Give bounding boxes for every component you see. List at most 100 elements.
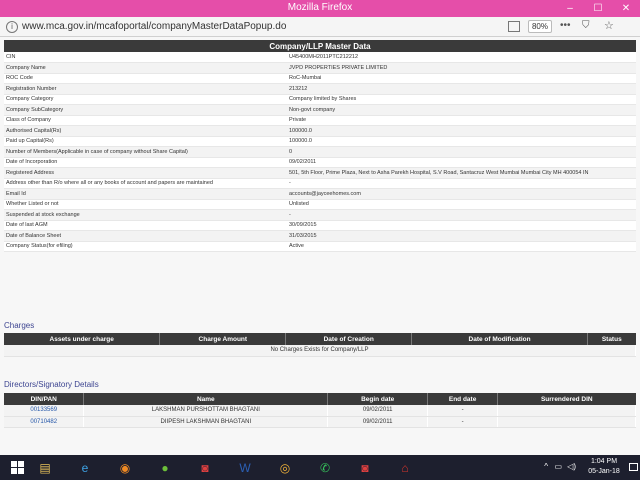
field-label: Authorised Capital(Rs) bbox=[4, 125, 287, 137]
window-title: Mozilla Firefox bbox=[287, 2, 353, 13]
taskbar: ▤ e ◉ ● ◙ W ◎ ✆ ◙ ⌂ ^ ▭ ◁) 1:04 PM 05-Jan-18 bbox=[0, 455, 640, 480]
field-value: Non-govt company bbox=[287, 104, 636, 116]
field-value: Private bbox=[287, 115, 636, 126]
directors-column-header: DIN/PAN bbox=[4, 393, 85, 405]
director-row: 00710482 DIIPESH LAKSHMAN BHAGTANI 09/02/2… bbox=[4, 416, 636, 428]
master-data-row: Company Category Company limited by Share… bbox=[4, 94, 636, 105]
field-label: Company Name bbox=[4, 62, 287, 74]
notification-icon[interactable] bbox=[629, 463, 638, 471]
page-content: Company/LLP Master Data CIN U45400MH2011P… bbox=[0, 37, 640, 455]
director-surrendered-cell bbox=[497, 416, 636, 428]
field-label: Date of Incorporation bbox=[4, 157, 287, 168]
charges-column-header: Assets under charge bbox=[4, 333, 161, 345]
master-data-row: Whether Listed or not Unlisted bbox=[4, 199, 636, 210]
url-field[interactable]: www.mca.gov.in/mcafoportal/companyMaster… bbox=[22, 21, 286, 32]
field-value: 09/02/2011 bbox=[287, 157, 636, 168]
volume-icon[interactable]: ◁) bbox=[567, 462, 576, 471]
master-data-title: Company/LLP Master Data bbox=[4, 40, 636, 52]
address-bar: i www.mca.gov.in/mcafoportal/companyMast… bbox=[0, 17, 640, 37]
field-value: 100000.0 bbox=[287, 136, 636, 147]
charges-empty-message: No Charges Exists for Company/LLP bbox=[4, 345, 636, 357]
field-label: Suspended at stock exchange bbox=[4, 209, 287, 221]
director-surrendered-cell bbox=[497, 405, 636, 417]
master-data-row: Suspended at stock exchange - bbox=[4, 209, 636, 221]
director-end-cell: - bbox=[427, 416, 499, 428]
master-data-row: Date of Incorporation 09/02/2011 bbox=[4, 157, 636, 168]
field-label: Address other than R/o where all or any … bbox=[4, 178, 287, 189]
directors-column-header: Name bbox=[83, 393, 329, 405]
chrome-icon[interactable]: ◎ bbox=[272, 458, 298, 477]
shield-icon[interactable]: ⛉ bbox=[582, 20, 590, 31]
master-data-row: Registered Address 501, 5th Floor, Prime … bbox=[4, 167, 636, 179]
field-value: JVPD PROPERTIES PRIVATE LIMITED bbox=[287, 62, 636, 74]
field-value: accounts@jayceehomes.com bbox=[287, 188, 636, 200]
din-link[interactable]: 00133569 bbox=[4, 405, 85, 417]
field-value: 501, 5th Floor, Prime Plaza, Next to Ash… bbox=[287, 167, 636, 179]
field-value: 30/09/2015 bbox=[287, 220, 636, 231]
directors-column-header: Surrendered DIN bbox=[497, 393, 636, 405]
clock-date[interactable]: 05-Jan-18 bbox=[582, 468, 626, 475]
field-label: Email Id bbox=[4, 188, 287, 200]
start-icon[interactable] bbox=[4, 458, 30, 477]
minimize-button[interactable]: – bbox=[556, 0, 584, 17]
master-data-row: Date of last AGM 30/09/2015 bbox=[4, 220, 636, 231]
field-value: Unlisted bbox=[287, 199, 636, 210]
file-explorer-icon[interactable]: ▤ bbox=[32, 458, 58, 477]
close-button[interactable]: ✕ bbox=[612, 0, 640, 17]
info-icon[interactable]: i bbox=[6, 21, 18, 33]
field-label: Company SubCategory bbox=[4, 104, 287, 116]
master-data-row: Email Id accounts@jayceehomes.com bbox=[4, 188, 636, 200]
network-icon[interactable]: ▭ bbox=[554, 462, 562, 471]
master-data-row: Date of Balance Sheet 31/03/2015 bbox=[4, 230, 636, 242]
field-value: - bbox=[287, 209, 636, 221]
charges-column-header: Status bbox=[587, 333, 636, 345]
field-value: 31/03/2015 bbox=[287, 230, 636, 242]
field-value: Company limited by Shares bbox=[287, 94, 636, 105]
tray-expand-icon[interactable]: ^ bbox=[544, 462, 548, 471]
field-label: Company Status(for efiling) bbox=[4, 241, 287, 252]
camera-app-icon[interactable]: ◙ bbox=[192, 458, 218, 477]
din-link[interactable]: 00710482 bbox=[4, 416, 85, 428]
master-data-row: Company SubCategory Non-govt company bbox=[4, 104, 636, 116]
director-name-cell: LAKSHMAN PURSHOTTAM BHAGTANI bbox=[83, 405, 329, 417]
directors-column-header: End date bbox=[427, 393, 499, 405]
whatsapp-icon[interactable]: ✆ bbox=[312, 458, 338, 477]
word-icon[interactable]: W bbox=[232, 458, 258, 477]
master-data-table: Company/LLP Master Data CIN U45400MH2011P… bbox=[4, 40, 636, 252]
master-data-row: CIN U45400MH2011PTC212212 bbox=[4, 52, 636, 63]
master-data-row: ROC Code RoC-Mumbai bbox=[4, 73, 636, 84]
directors-title: Directors/Signatory Details bbox=[4, 380, 99, 389]
internet-explorer-icon[interactable]: e bbox=[72, 458, 98, 477]
acrobat-icon[interactable]: ⌂ bbox=[392, 458, 418, 477]
page-actions-icon[interactable]: ••• bbox=[560, 20, 571, 31]
field-value: Active bbox=[287, 241, 636, 252]
master-data-row: Authorised Capital(Rs) 100000.0 bbox=[4, 125, 636, 137]
director-row: 00133569 LAKSHMAN PURSHOTTAM BHAGTANI 09/0… bbox=[4, 405, 636, 417]
field-value: U45400MH2011PTC212212 bbox=[287, 52, 636, 63]
camera-app-2-icon[interactable]: ◙ bbox=[352, 458, 378, 477]
field-label: Whether Listed or not bbox=[4, 199, 287, 210]
field-value: - bbox=[287, 178, 636, 189]
maximize-button[interactable]: ☐ bbox=[584, 0, 612, 17]
field-label: Registration Number bbox=[4, 83, 287, 95]
green-app-icon[interactable]: ● bbox=[152, 458, 178, 477]
field-label: ROC Code bbox=[4, 73, 287, 84]
bookmark-star-icon[interactable]: ☆ bbox=[604, 19, 614, 32]
field-label: CIN bbox=[4, 52, 287, 63]
master-data-row: Number of Members(Applicable in case of … bbox=[4, 146, 636, 158]
charges-column-header: Date of Modification bbox=[411, 333, 588, 345]
zoom-indicator[interactable]: 80% bbox=[528, 20, 552, 33]
director-end-cell: - bbox=[427, 405, 499, 417]
director-begin-cell: 09/02/2011 bbox=[327, 405, 429, 417]
reader-view-icon[interactable] bbox=[508, 21, 520, 32]
master-data-row: Paid up Capital(Rs) 100000.0 bbox=[4, 136, 636, 147]
clock-time[interactable]: 1:04 PM bbox=[582, 458, 626, 465]
field-label: Date of last AGM bbox=[4, 220, 287, 231]
master-data-row: Company Status(for efiling) Active bbox=[4, 241, 636, 252]
directors-column-header: Begin date bbox=[327, 393, 429, 405]
field-label: Date of Balance Sheet bbox=[4, 230, 287, 242]
firefox-icon[interactable]: ◉ bbox=[112, 458, 138, 477]
field-label: Number of Members(Applicable in case of … bbox=[4, 146, 287, 158]
charges-table: Assets under charge Charge Amount Date of … bbox=[4, 333, 636, 357]
master-data-row: Registration Number 213212 bbox=[4, 83, 636, 95]
